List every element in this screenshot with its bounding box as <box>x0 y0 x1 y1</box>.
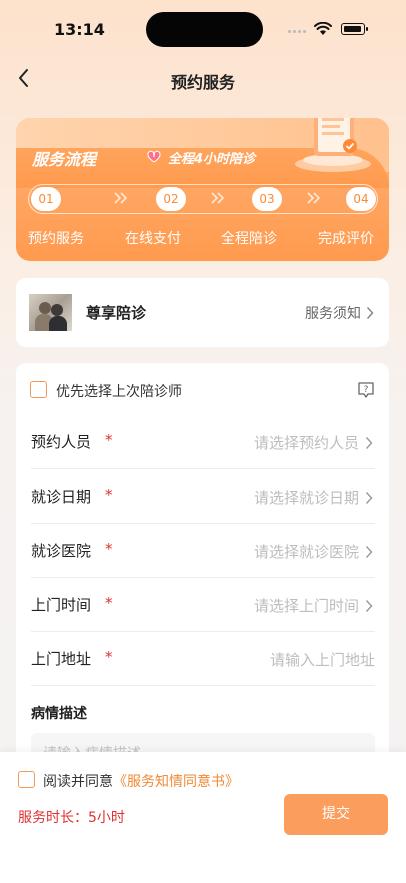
service-thumbnail <box>29 294 72 331</box>
field-label: 就诊医院 <box>31 542 92 560</box>
chevron-right-icon[interactable] <box>366 306 374 320</box>
service-card[interactable]: 尊享陪诊 服务须知 <box>16 278 389 347</box>
required-mark: * <box>105 594 113 612</box>
description-label: 病情描述 <box>31 706 87 722</box>
field-address[interactable]: 上门地址 * 请输入上门地址 <box>31 632 375 686</box>
field-label: 就诊日期 <box>31 488 92 506</box>
field-label: 预约人员 <box>31 433 92 451</box>
dynamic-island <box>146 12 263 47</box>
step-number: 03 <box>252 187 282 211</box>
required-mark: * <box>105 486 113 504</box>
required-mark: * <box>105 648 113 666</box>
step-label: 预约服务 <box>28 231 84 247</box>
required-mark: * <box>105 431 113 449</box>
field-placeholder: 请选择预约人员 <box>253 434 359 452</box>
chevron-right-icon <box>365 546 373 558</box>
double-chevron-icon <box>307 192 321 204</box>
step-number: 04 <box>346 187 376 211</box>
field-placeholder: 请选择就诊医院 <box>253 543 359 561</box>
step-number: 02 <box>156 187 186 211</box>
service-process-card: 服务流程 全程4小时陪诊 01 02 03 04 预约服务 在线支付 全程陪诊 … <box>16 118 389 261</box>
prefer-last-checkbox[interactable] <box>30 381 47 398</box>
help-icon[interactable]: ? <box>357 381 375 399</box>
agree-prefix: 阅读并同意 <box>43 774 113 790</box>
field-visit-date[interactable]: 就诊日期 * 请选择就诊日期 <box>31 470 375 524</box>
chevron-right-icon <box>365 492 373 504</box>
svg-text:?: ? <box>364 385 369 395</box>
address-input[interactable]: 请输入上门地址 <box>270 649 375 670</box>
battery-icon <box>341 23 368 35</box>
field-label: 上门时间 <box>31 596 92 614</box>
service-notice-link[interactable]: 服务须知 <box>305 303 361 323</box>
clipboard-icon <box>295 118 371 172</box>
consent-agreement-link[interactable]: 《服务知情同意书》 <box>113 774 239 790</box>
process-tag: 全程4小时陪诊 <box>168 152 256 167</box>
prefer-last-label: 优先选择上次陪诊师 <box>56 384 182 400</box>
field-patient[interactable]: 预约人员 * 请选择预约人员 <box>31 415 375 469</box>
required-mark: * <box>105 540 113 558</box>
field-label: 上门地址 <box>31 650 92 668</box>
chevron-right-icon <box>365 600 373 612</box>
status-bar: 13:14 <box>0 0 406 54</box>
status-time: 13:14 <box>54 20 105 39</box>
heart-icon <box>147 150 161 163</box>
agree-checkbox[interactable] <box>18 771 35 788</box>
agree-text: 阅读并同意《服务知情同意书》 <box>43 771 239 791</box>
bottom-bar: 阅读并同意《服务知情同意书》 服务时长：5小时 提交 <box>0 752 406 883</box>
step-number: 01 <box>31 187 61 211</box>
submit-button[interactable]: 提交 <box>284 794 388 835</box>
step-label: 全程陪诊 <box>221 231 277 247</box>
field-visit-time[interactable]: 上门时间 * 请选择上门时间 <box>31 578 375 632</box>
step-label: 在线支付 <box>125 231 181 247</box>
process-title: 服务流程 <box>32 150 97 169</box>
field-placeholder: 请选择上门时间 <box>253 597 359 615</box>
page-title: 预约服务 <box>170 73 235 92</box>
service-duration: 服务时长：5小时 <box>18 810 125 826</box>
field-placeholder: 请选择就诊日期 <box>253 489 359 507</box>
service-name: 尊享陪诊 <box>86 304 147 322</box>
signal-icon <box>288 30 308 34</box>
field-hospital[interactable]: 就诊医院 * 请选择就诊医院 <box>31 524 375 578</box>
double-chevron-icon <box>211 192 225 204</box>
chevron-right-icon <box>365 437 373 449</box>
step-label: 完成评价 <box>318 231 374 247</box>
steps-track: 01 02 03 04 <box>28 184 378 214</box>
double-chevron-icon <box>114 192 128 204</box>
wifi-icon <box>314 22 332 35</box>
